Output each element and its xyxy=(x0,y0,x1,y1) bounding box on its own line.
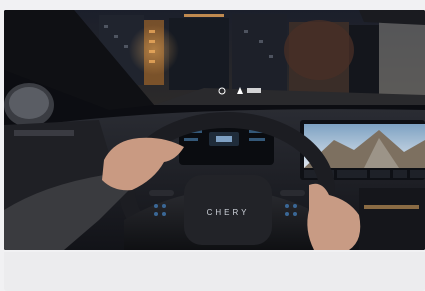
car-interior-photo: CHERY xyxy=(4,10,425,250)
caption-placeholder xyxy=(4,252,425,291)
brand-logo: CHERY xyxy=(207,208,250,217)
page-frame: CHERY xyxy=(0,0,425,291)
